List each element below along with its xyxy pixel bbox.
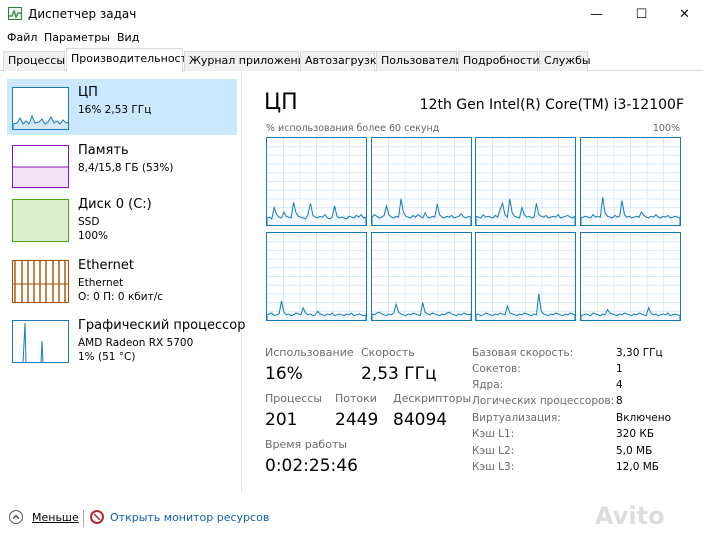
uptime-label: Время работы (265, 438, 348, 451)
spec-value: 12,0 МБ (616, 461, 659, 473)
spec-value: Включено (616, 412, 672, 424)
tab-performance[interactable]: Производительность (66, 48, 194, 72)
window-title: Диспетчер задач (28, 7, 137, 21)
page-title: ЦП (264, 90, 298, 115)
spec-value: 3,30 ГГц (616, 347, 663, 359)
gpu-thumbnail-graph (12, 320, 69, 363)
spec-key: Логических процессоров: (472, 395, 615, 407)
cpu-thumbnail-graph (12, 87, 69, 130)
core-graph-3 (475, 137, 576, 226)
menu-view[interactable]: Вид (117, 31, 139, 44)
tab-processes[interactable]: Процессы (3, 51, 65, 71)
resource-monitor-icon[interactable] (90, 510, 104, 524)
threads-label: Потоки (335, 392, 377, 405)
processes-label: Процессы (265, 392, 323, 405)
menu-options[interactable]: Параметры (44, 31, 110, 44)
speed-value: 2,53 ГГц (361, 364, 437, 384)
spec-key: Сокетов: (472, 363, 521, 375)
resource-detail: 100% (78, 230, 109, 242)
resource-name: ЦП (78, 85, 98, 100)
tab-bar: Процессы Производительность Журнал прило… (0, 48, 703, 72)
cpu-model-name: 12th Gen Intel(R) Core(TM) i3-12100F (419, 97, 684, 113)
processes-value: 201 (265, 410, 298, 430)
resource-detail: SSD (78, 216, 100, 228)
resource-detail: О: 0 П: 0 кбит/с (78, 291, 164, 303)
chevron-up-icon[interactable] (9, 510, 23, 524)
resource-detail: 16% 2,53 ГГц (78, 104, 152, 116)
graph-max-label: 100% (652, 123, 680, 134)
resource-name: Графический процессор (78, 318, 246, 333)
fewer-details-link[interactable]: Меньше (32, 511, 79, 524)
resource-name: Ethernet (78, 258, 134, 273)
menu-file[interactable]: Файл (7, 31, 37, 44)
memory-thumbnail-graph (12, 145, 69, 188)
core-graph-6 (370, 232, 472, 321)
handles-value: 84094 (393, 410, 448, 430)
core-graphs-grid (266, 137, 681, 322)
spec-key: Кэш L3: (472, 461, 515, 473)
usage-value: 16% (265, 364, 303, 384)
footer-divider (83, 510, 84, 527)
minimize-button[interactable]: — (574, 0, 619, 28)
spec-value: 5,0 МБ (616, 445, 653, 457)
open-resource-monitor-link[interactable]: Открыть монитор ресурсов (110, 511, 269, 524)
task-manager-icon (8, 7, 22, 20)
maximize-button[interactable]: ☐ (619, 0, 664, 28)
spec-value: 4 (616, 379, 623, 391)
handles-label: Дескрипторы (393, 392, 472, 405)
spec-key: Виртуализация: (472, 412, 561, 424)
tab-app-history[interactable]: Журнал приложений (184, 51, 312, 71)
resource-item-memory[interactable]: Память 8,4/15,8 ГБ (53%) (7, 137, 237, 193)
resource-item-disk[interactable]: Диск 0 (C:) SSD 100% (7, 191, 237, 247)
core-graph-2 (370, 137, 472, 226)
resource-detail: 8,4/15,8 ГБ (53%) (78, 162, 174, 174)
core-graph-8 (579, 232, 681, 321)
spec-key: Кэш L2: (472, 445, 515, 457)
usage-label: Использование (265, 346, 354, 359)
resource-list: ЦП 16% 2,53 ГГц Память 8,4/15,8 ГБ (53%)… (0, 72, 245, 492)
resource-detail: 1% (51 °C) (78, 351, 136, 363)
avito-watermark: Avito (595, 502, 665, 530)
tab-users[interactable]: Пользователи (376, 51, 463, 71)
cpu-detail-panel: ЦП 12th Gen Intel(R) Core(TM) i3-12100F … (264, 72, 684, 492)
disk-thumbnail-graph (12, 199, 69, 242)
close-button[interactable]: ✕ (662, 0, 703, 28)
title-bar: Диспетчер задач — ☐ ✕ (0, 0, 703, 28)
core-graph-1 (266, 137, 367, 226)
tab-details[interactable]: Подробности (458, 51, 540, 71)
resource-detail: Ethernet (78, 277, 124, 289)
spec-key: Кэш L1: (472, 428, 515, 440)
graph-caption: % использования более 60 секунд (266, 123, 440, 134)
core-graph-7 (475, 232, 576, 321)
spec-key: Ядра: (472, 379, 504, 391)
resource-item-gpu[interactable]: Графический процессор AMD Radeon RX 5700… (7, 312, 245, 368)
core-graph-5 (266, 232, 367, 321)
resource-detail: AMD Radeon RX 5700 (78, 337, 194, 349)
spec-value: 1 (616, 363, 623, 375)
threads-value: 2449 (335, 410, 379, 430)
ethernet-thumbnail-graph (12, 260, 69, 303)
tab-startup[interactable]: Автозагрузка (300, 51, 383, 71)
resource-item-cpu[interactable]: ЦП 16% 2,53 ГГц (7, 79, 237, 135)
speed-label: Скорость (361, 346, 415, 359)
menu-bar: Файл Параметры Вид (0, 29, 703, 47)
spec-key: Базовая скорость: (472, 347, 574, 359)
resource-name: Память (78, 143, 129, 158)
resource-item-ethernet[interactable]: Ethernet Ethernet О: 0 П: 0 кбит/с (7, 252, 237, 308)
uptime-value: 0:02:25:46 (265, 456, 358, 476)
spec-value: 320 КБ (616, 428, 655, 440)
spec-value: 8 (616, 395, 623, 407)
resource-name: Диск 0 (C:) (78, 197, 152, 212)
core-graph-4 (579, 137, 681, 226)
tab-services[interactable]: Службы (539, 51, 591, 71)
